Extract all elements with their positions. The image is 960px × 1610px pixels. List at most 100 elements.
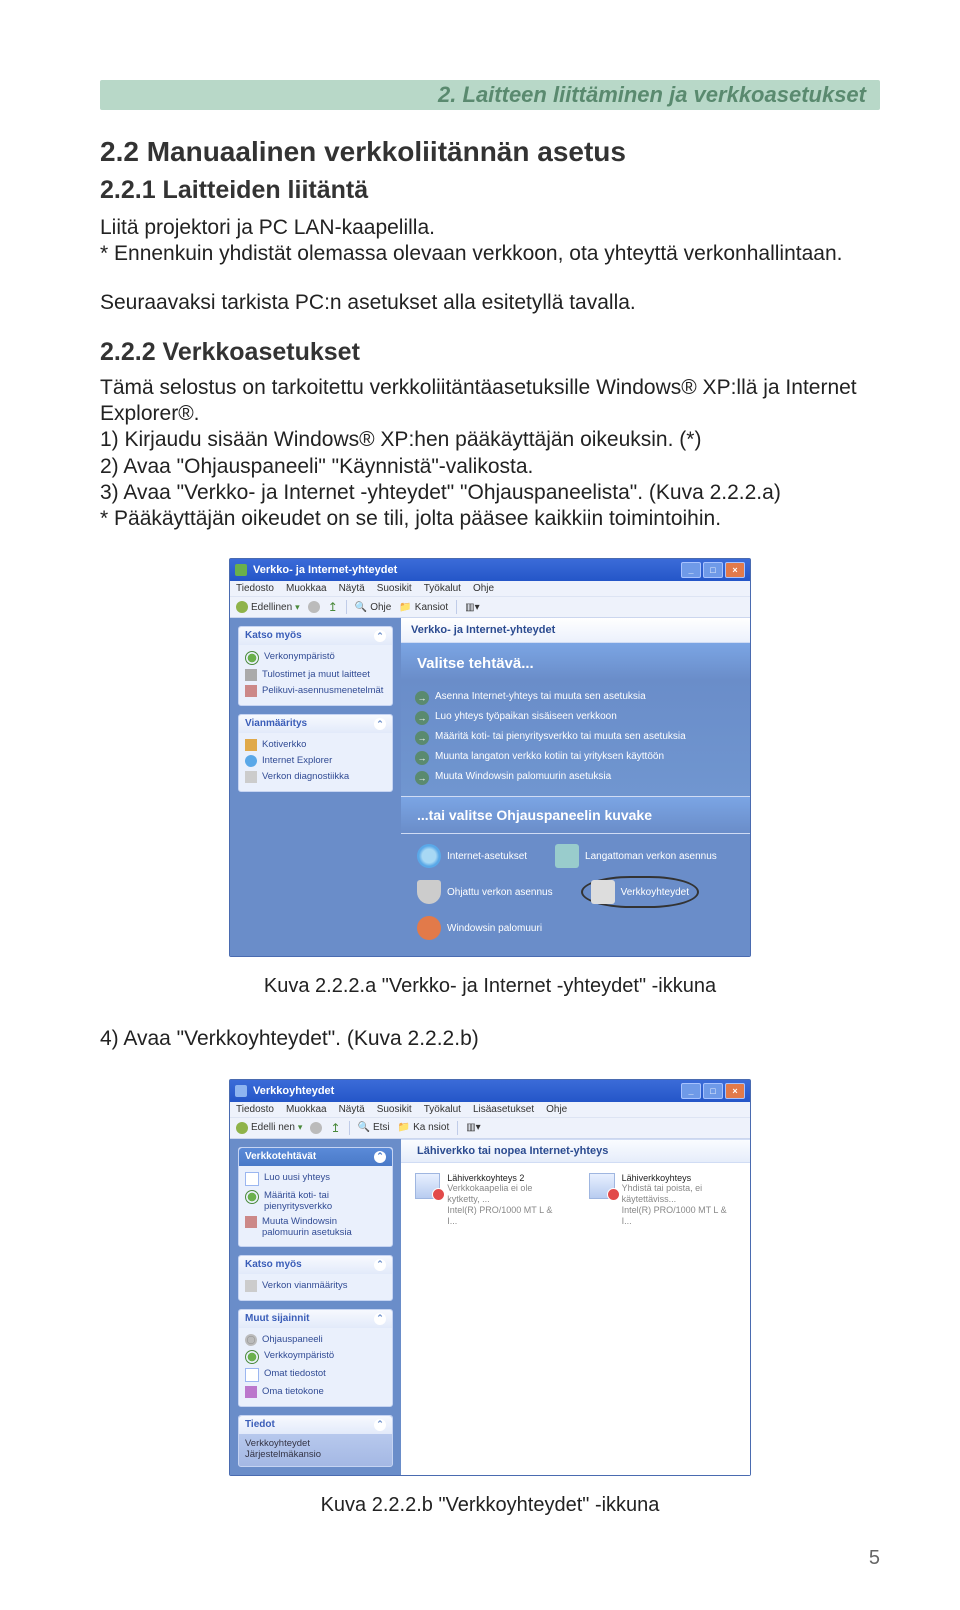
sidebar-box-see-also: Katso myös⌃ Verkonympäristö Tulostimet j… bbox=[238, 626, 393, 706]
menu-item[interactable]: Lisäasetukset bbox=[473, 1104, 534, 1115]
sidebar-item[interactable]: Luo uusi yhteys bbox=[245, 1170, 386, 1188]
sidebar-item[interactable]: Omat tiedostot bbox=[245, 1366, 386, 1384]
task-link[interactable]: →Luo yhteys työpaikan sisäiseen verkkoon bbox=[415, 708, 736, 728]
sidebar-item[interactable]: Verkkoympäristö bbox=[245, 1348, 386, 1366]
menu-item[interactable]: Ohje bbox=[473, 583, 494, 594]
menu-item[interactable]: Muokkaa bbox=[286, 583, 327, 594]
wireless-icon bbox=[555, 844, 579, 868]
step-2: 2) Avaa "Ohjauspaneeli" "Käynnistä"-vali… bbox=[100, 454, 880, 480]
task-link[interactable]: →Määritä koti- tai pienyritysverkko tai … bbox=[415, 728, 736, 748]
paragraph: Liitä projektori ja PC LAN-kaapelilla. bbox=[100, 215, 880, 241]
panel-header: ...tai valitse Ohjauspaneelin kuvake bbox=[401, 796, 750, 834]
minimize-button[interactable]: _ bbox=[681, 1083, 701, 1099]
menubar: Tiedosto Muokkaa Näytä Suosikit Työkalut… bbox=[230, 581, 750, 596]
sidebar-box-details: Tiedot⌃ Verkkoyhteydet Järjestelmäkansio bbox=[238, 1415, 393, 1467]
collapse-icon[interactable]: ⌃ bbox=[374, 1419, 386, 1431]
menu-item[interactable]: Työkalut bbox=[424, 583, 461, 594]
minimize-button[interactable]: _ bbox=[681, 562, 701, 578]
menu-item[interactable]: Näytä bbox=[339, 583, 365, 594]
search-button[interactable]: 🔍Ohje bbox=[355, 602, 392, 613]
views-button[interactable]: ▥▾ bbox=[466, 1122, 480, 1133]
sidebar-item[interactable]: Tulostimet ja muut laitteet bbox=[245, 667, 386, 683]
wizard-icon bbox=[417, 880, 441, 904]
sidebar-item[interactable]: Määritä koti- tai pienyritysverkko bbox=[245, 1188, 386, 1214]
sidebar-item[interactable]: Pelikuvi-asennusmenetelmät bbox=[245, 683, 386, 699]
cp-icon-wireless[interactable]: Langattoman verkon asennus bbox=[555, 844, 717, 868]
sidebar-item[interactable]: Verkonympäristö bbox=[245, 649, 386, 667]
sidebar-item[interactable]: Oma tietokone bbox=[245, 1384, 386, 1400]
connection-item[interactable]: Lähiverkkoyhteys 2 Verkkokaapelia ei ole… bbox=[415, 1173, 555, 1227]
sidebar-title: Verkkotehtävät bbox=[245, 1151, 316, 1163]
sidebar-box-other: Muut sijainnit⌃ Ohjauspaneeli Verkkoympä… bbox=[238, 1309, 393, 1407]
heading-2-2-1: 2.2.1 Laitteiden liitäntä bbox=[100, 176, 880, 205]
up-button[interactable]: ↥ bbox=[328, 600, 338, 614]
menu-item[interactable]: Näytä bbox=[339, 1104, 365, 1115]
menubar: Tiedosto Muokkaa Näytä Suosikit Työkalut… bbox=[230, 1102, 750, 1117]
window-b: Verkkoyhteydet _ □ × Tiedosto Muokkaa Nä… bbox=[229, 1079, 751, 1476]
close-button[interactable]: × bbox=[725, 562, 745, 578]
maximize-button[interactable]: □ bbox=[703, 562, 723, 578]
content-area: Verkkotehtävät ⌃ Luo uusi yhteys Määritä … bbox=[230, 1139, 750, 1475]
content-area: Katso myös⌃ Verkonympäristö Tulostimet j… bbox=[230, 618, 750, 956]
paragraph: Seuraavaksi tarkista PC:n asetukset alla… bbox=[100, 290, 880, 316]
connection-item[interactable]: Lähiverkkoyhteys Yhdistä tai poista, ei … bbox=[589, 1173, 736, 1227]
category-header: Lähiverkko tai nopea Internet-yhteys bbox=[401, 1139, 750, 1163]
up-button[interactable]: ↥ bbox=[330, 1121, 340, 1135]
task-link[interactable]: →Muuta Windowsin palomuurin asetuksia bbox=[415, 768, 736, 788]
menu-item[interactable]: Suosikit bbox=[377, 583, 412, 594]
connection-icon bbox=[415, 1173, 440, 1199]
menu-item[interactable]: Ohje bbox=[546, 1104, 567, 1115]
back-button[interactable]: Edellinen▾ bbox=[236, 601, 300, 613]
collapse-icon[interactable]: ⌃ bbox=[374, 1313, 386, 1325]
category-header: Verkko- ja Internet-yhteydet bbox=[401, 618, 750, 643]
collapse-icon[interactable]: ⌃ bbox=[374, 718, 386, 730]
menu-item[interactable]: Suosikit bbox=[377, 1104, 412, 1115]
sidebar: Verkkotehtävät ⌃ Luo uusi yhteys Määritä … bbox=[230, 1139, 401, 1475]
window-buttons: _ □ × bbox=[681, 562, 745, 578]
maximize-button[interactable]: □ bbox=[703, 1083, 723, 1099]
sidebar-title: Katso myös bbox=[245, 1259, 302, 1271]
close-button[interactable]: × bbox=[725, 1083, 745, 1099]
sidebar-box-see-also: Katso myös ⌃ Verkon vianmääritys bbox=[238, 1255, 393, 1301]
task-link[interactable]: →Muunta langaton verkko kotiin tai yrity… bbox=[415, 748, 736, 768]
cp-icon-firewall[interactable]: Windowsin palomuuri bbox=[417, 916, 542, 940]
cp-icon-netconn[interactable]: Verkkoyhteydet bbox=[581, 876, 699, 908]
heading-2-2: 2.2 Manuaalinen verkkoliitännän asetus bbox=[100, 136, 880, 168]
window-title: Verkko- ja Internet-yhteydet bbox=[253, 564, 397, 576]
search-button[interactable]: 🔍Etsi bbox=[358, 1122, 390, 1133]
forward-button[interactable] bbox=[308, 601, 320, 613]
task-header: Valitse tehtävä... bbox=[401, 643, 750, 680]
sidebar-item[interactable]: Kotiverkko bbox=[245, 737, 386, 753]
sidebar-item[interactable]: Muuta Windowsin palomuurin asetuksia bbox=[245, 1214, 386, 1240]
back-button[interactable]: Edelli nen▾ bbox=[236, 1122, 302, 1134]
forward-button[interactable] bbox=[310, 1122, 322, 1134]
titlebar: Verkko- ja Internet-yhteydet _ □ × bbox=[230, 559, 750, 581]
figure-b: Verkkoyhteydet _ □ × Tiedosto Muokkaa Nä… bbox=[100, 1079, 880, 1476]
collapse-icon[interactable]: ⌃ bbox=[374, 1151, 386, 1163]
sidebar-title: Tiedot bbox=[245, 1419, 275, 1431]
menu-item[interactable]: Tiedosto bbox=[236, 583, 274, 594]
sidebar-item[interactable]: Verkon diagnostiikka bbox=[245, 769, 386, 785]
figure-caption-b: Kuva 2.2.2.b "Verkkoyhteydet" -ikkuna bbox=[100, 1494, 880, 1517]
menu-item[interactable]: Muokkaa bbox=[286, 1104, 327, 1115]
breadcrumb: 2. Laitteen liittäminen ja verkkoasetuks… bbox=[100, 80, 880, 110]
folders-button[interactable]: 📁Ka nsiot bbox=[398, 1122, 450, 1133]
collapse-icon[interactable]: ⌃ bbox=[374, 1259, 386, 1271]
window-buttons: _ □ × bbox=[681, 1083, 745, 1099]
netconn-icon bbox=[591, 880, 615, 904]
sidebar-item[interactable]: Ohjauspaneeli bbox=[245, 1332, 386, 1348]
sidebar-item[interactable]: Verkon vianmääritys bbox=[245, 1278, 386, 1294]
cp-icon-internet[interactable]: Internet-asetukset bbox=[417, 844, 527, 868]
connection-icon bbox=[589, 1173, 614, 1199]
views-button[interactable]: ▥▾ bbox=[465, 602, 479, 613]
sidebar-title: Vianmääritys bbox=[245, 718, 307, 730]
paragraph: Tämä selostus on tarkoitettu verkkoliitä… bbox=[100, 375, 880, 428]
folders-button[interactable]: 📁Kansiot bbox=[399, 602, 448, 613]
sidebar-item[interactable]: Internet Explorer bbox=[245, 753, 386, 769]
task-link[interactable]: →Asenna Internet-yhteys tai muuta sen as… bbox=[415, 688, 736, 708]
paragraph: * Ennenkuin yhdistät olemassa olevaan ve… bbox=[100, 241, 880, 267]
cp-icon-netsetup[interactable]: Ohjattu verkon asennus bbox=[417, 876, 553, 908]
menu-item[interactable]: Työkalut bbox=[424, 1104, 461, 1115]
collapse-icon[interactable]: ⌃ bbox=[374, 630, 386, 642]
menu-item[interactable]: Tiedosto bbox=[236, 1104, 274, 1115]
